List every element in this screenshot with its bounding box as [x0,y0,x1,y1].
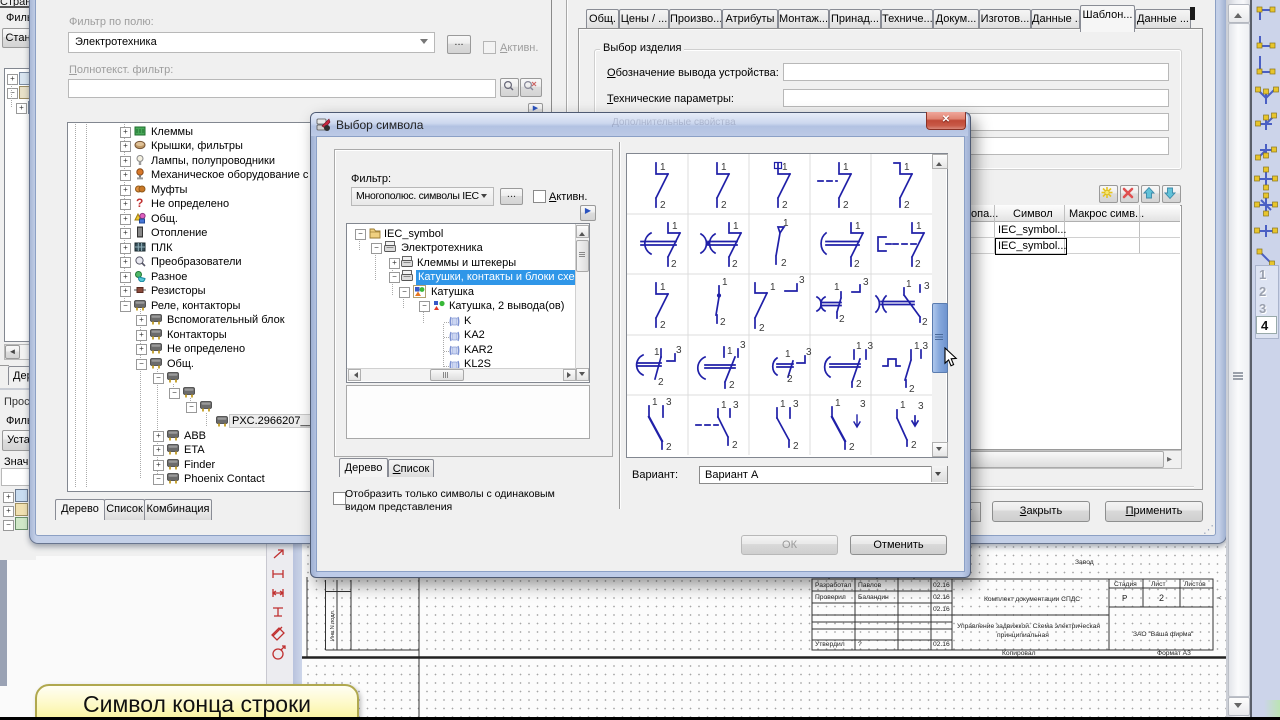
svg-text:3: 3 [924,281,930,292]
svg-text:3: 3 [923,341,929,352]
svg-text:Павлов: Павлов [858,582,882,589]
svg-text:3: 3 [868,341,874,352]
svg-text:1: 1 [654,347,660,358]
svg-text:3: 3 [740,340,746,351]
svg-text:2: 2 [666,442,672,453]
svg-text:Р: Р [1122,594,1127,603]
svg-text:2: 2 [922,317,928,328]
svg-text:1: 1 [856,341,862,352]
svg-text:1: 1 [721,400,727,411]
svg-text:3: 3 [733,400,739,411]
svg-text:1: 1 [652,397,658,408]
svg-text:1: 1 [783,218,789,229]
svg-text:2: 2 [1159,593,1164,603]
svg-text:Проверил: Проверил [815,594,846,601]
svg-text:1: 1 [770,282,776,293]
svg-text:2: 2 [721,200,727,211]
svg-text:2: 2 [660,320,666,331]
svg-text:2: 2 [787,374,793,385]
svg-text:1: 1 [672,221,678,232]
svg-text:2: 2 [732,440,738,451]
svg-text:2: 2 [729,380,735,391]
svg-text:1: 1 [906,279,912,290]
svg-text:Управление задвижкой. Схема э: Управление задвижкой. Схема электрическа… [957,622,1100,630]
svg-text:Утвердил: Утвердил [815,641,845,648]
svg-text:2: 2 [782,200,788,211]
svg-text:2: 2 [732,259,738,270]
svg-text:1: 1 [855,221,861,232]
svg-text:1: 1 [660,162,666,173]
svg-text:1: 1 [843,162,849,173]
svg-text:Баландин: Баландин [858,594,889,601]
svg-text:1: 1 [727,346,733,357]
svg-text:принципиальная: принципиальная [997,632,1049,639]
svg-text:1: 1 [722,277,728,288]
svg-text:02.16: 02.16 [933,606,950,613]
svg-text:2: 2 [904,200,910,211]
svg-text:3: 3 [918,401,924,412]
svg-text:3: 3 [676,345,682,356]
svg-text:2: 2 [856,379,862,390]
svg-text:1: 1 [721,162,727,173]
svg-text:Копировал: Копировал [1002,650,1036,657]
svg-text:1: 1 [782,162,788,173]
svg-text:2: 2 [793,441,799,452]
svg-text:2: 2 [839,314,845,325]
svg-text:3: 3 [793,399,799,410]
svg-text:3: 3 [863,277,869,288]
svg-text:2: 2 [720,317,726,328]
svg-text:?: ? [858,641,862,648]
svg-text:02.16: 02.16 [933,641,950,648]
svg-text:ЗАО "Ваша фирма": ЗАО "Ваша фирма" [1133,631,1194,638]
svg-text:2: 2 [854,259,860,270]
svg-text:2: 2 [843,200,849,211]
svg-text:Завод: Завод [1075,559,1094,566]
svg-text:2: 2 [671,259,677,270]
svg-text:2: 2 [658,377,664,388]
svg-text:Формат А3: Формат А3 [1157,650,1191,657]
svg-text:1: 1 [914,341,920,352]
svg-text:1: 1 [900,400,906,411]
svg-text:3: 3 [806,347,812,358]
svg-text:2: 2 [660,200,666,211]
svg-text:Разработал: Разработал [815,581,851,589]
svg-text:2: 2 [915,259,921,270]
svg-text:Инв.N подл.: Инв.N подл. [330,609,336,641]
svg-text:2: 2 [849,442,855,453]
svg-text:Листов: Листов [1184,581,1206,588]
svg-text:02.16: 02.16 [933,594,950,601]
svg-text:1: 1 [904,162,910,173]
svg-text:2: 2 [911,440,917,451]
svg-text:Стадия: Стадия [1114,581,1137,588]
svg-text:Комплект документации СПДС: Комплект документации СПДС [984,596,1080,603]
svg-text:1: 1 [780,399,786,410]
svg-text:3: 3 [799,275,805,286]
svg-text:1: 1 [834,282,840,293]
svg-text:02.16: 02.16 [933,582,950,589]
svg-text:<: < [1218,596,1222,602]
svg-text:2: 2 [909,384,915,395]
svg-text:1: 1 [916,221,922,232]
svg-text:1: 1 [835,398,841,409]
svg-text:1: 1 [785,349,791,360]
svg-text:3: 3 [860,399,866,410]
svg-text:1: 1 [660,282,666,293]
svg-text:2: 2 [781,258,787,269]
svg-text:3: 3 [666,397,672,408]
svg-text:2: 2 [759,323,765,334]
svg-text:Лист: Лист [1151,581,1166,588]
svg-text:1: 1 [733,221,739,232]
